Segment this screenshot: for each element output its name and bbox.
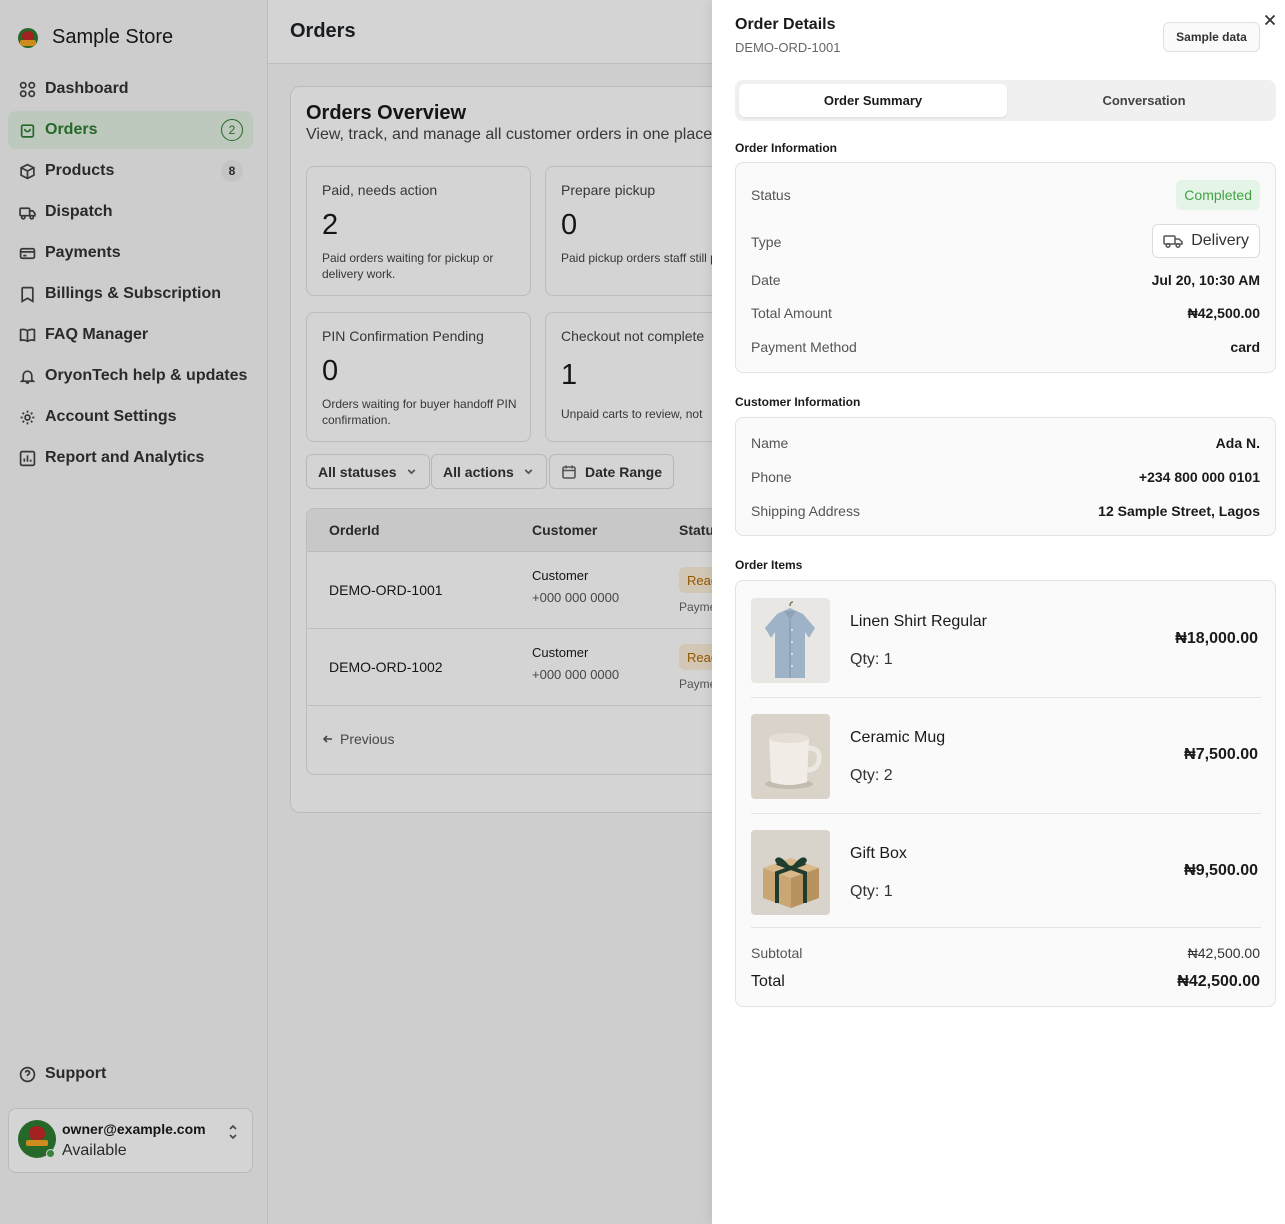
type-value: Delivery bbox=[1191, 232, 1249, 249]
customer-information-box: Name Ada N. Phone +234 800 000 0101 Ship… bbox=[735, 417, 1276, 536]
subtotal-label: Subtotal bbox=[751, 945, 803, 961]
date-label: Date bbox=[751, 272, 781, 288]
date-value: Jul 20, 10:30 AM bbox=[1151, 272, 1260, 288]
total-label: Total bbox=[751, 973, 785, 990]
product-image-ceramic-mug bbox=[751, 714, 830, 799]
order-item-row: Linen Shirt Regular Qty: 1 ₦18,000.00 bbox=[751, 598, 1261, 698]
total-amount-value: ₦42,500.00 bbox=[1187, 305, 1260, 321]
shipping-address-value: 12 Sample Street, Lagos bbox=[1098, 503, 1260, 519]
section-title-order-information: Order Information bbox=[735, 141, 838, 155]
drawer-tabs: Order Summary Conversation bbox=[735, 80, 1276, 121]
item-quantity: Qty: 1 bbox=[850, 651, 893, 668]
type-label: Type bbox=[751, 234, 782, 250]
section-title-customer-information: Customer Information bbox=[735, 395, 861, 409]
drawer-order-id: DEMO-ORD-1001 bbox=[735, 40, 841, 55]
item-divider bbox=[751, 927, 1261, 928]
status-badge: Completed bbox=[1176, 180, 1260, 210]
order-item-row: Ceramic Mug Qty: 2 ₦7,500.00 bbox=[751, 714, 1261, 814]
product-image-gift-box bbox=[751, 830, 830, 915]
order-item-row: Gift Box Qty: 1 ₦9,500.00 bbox=[751, 830, 1261, 930]
modal-overlay[interactable] bbox=[0, 0, 712, 1224]
section-title-order-items: Order Items bbox=[735, 558, 803, 572]
item-price: ₦9,500.00 bbox=[1184, 862, 1258, 879]
shipping-address-label: Shipping Address bbox=[751, 503, 860, 519]
customer-phone-label: Phone bbox=[751, 469, 792, 485]
customer-name-value: Ada N. bbox=[1215, 435, 1260, 451]
item-name: Linen Shirt Regular bbox=[850, 613, 987, 630]
close-icon[interactable] bbox=[1262, 12, 1278, 28]
item-price: ₦18,000.00 bbox=[1175, 630, 1258, 647]
order-information-box: Status Completed Type Delivery Date Jul … bbox=[735, 162, 1276, 373]
delivery-type-badge: Delivery bbox=[1152, 224, 1260, 258]
customer-name-label: Name bbox=[751, 435, 789, 451]
total-value: ₦42,500.00 bbox=[1177, 973, 1260, 990]
order-items-box: Linen Shirt Regular Qty: 1 ₦18,000.00 Ce… bbox=[735, 580, 1276, 1007]
item-divider bbox=[751, 813, 1261, 814]
sample-data-button[interactable]: Sample data bbox=[1163, 22, 1260, 52]
product-image-linen-shirt bbox=[751, 598, 830, 683]
payment-method-value: card bbox=[1230, 339, 1260, 355]
item-divider bbox=[751, 697, 1261, 698]
status-label: Status bbox=[751, 187, 791, 203]
drawer-title: Order Details bbox=[735, 16, 836, 33]
truck-icon bbox=[1163, 235, 1183, 249]
item-name: Ceramic Mug bbox=[850, 729, 946, 746]
subtotal-value: ₦42,500.00 bbox=[1187, 945, 1260, 961]
tab-order-summary[interactable]: Order Summary bbox=[739, 84, 1007, 117]
item-name: Gift Box bbox=[850, 845, 907, 862]
item-price: ₦7,500.00 bbox=[1184, 746, 1258, 763]
tab-conversation[interactable]: Conversation bbox=[1010, 84, 1278, 117]
item-quantity: Qty: 1 bbox=[850, 883, 893, 900]
customer-phone-value: +234 800 000 0101 bbox=[1138, 469, 1260, 485]
payment-method-label: Payment Method bbox=[751, 339, 857, 355]
order-details-drawer: Order Details DEMO-ORD-1001 Sample data … bbox=[712, 0, 1285, 1224]
item-quantity: Qty: 2 bbox=[850, 767, 893, 784]
total-amount-label: Total Amount bbox=[751, 305, 832, 321]
